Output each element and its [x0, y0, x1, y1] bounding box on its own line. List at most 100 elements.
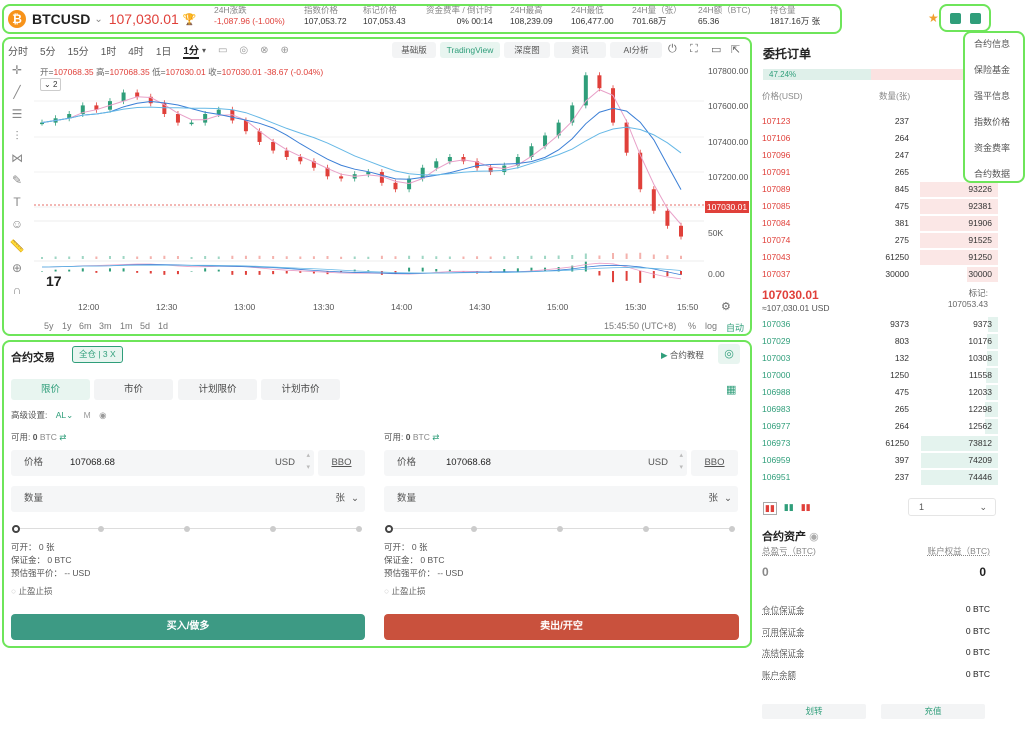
text-icon[interactable]: T — [8, 195, 26, 217]
settings-icon[interactable]: ◎ — [718, 344, 740, 364]
ask-row[interactable]: 107089 845 93226 — [758, 181, 998, 198]
chart-settings-icon[interactable]: ⚙ — [721, 300, 731, 313]
ask-row[interactable]: 107091 265 — [758, 164, 998, 181]
crosshair-icon[interactable]: ✛ — [8, 63, 26, 85]
bid-row[interactable]: 106959 397 74209 — [758, 452, 998, 469]
sell-slider[interactable] — [385, 525, 737, 533]
tab-market[interactable]: 市价 — [94, 379, 173, 400]
ruler-icon[interactable]: 📏 — [8, 239, 26, 261]
bid-row[interactable]: 106951 237 74446 — [758, 469, 998, 486]
buy-tpsl-toggle[interactable]: ○ 止盈止损 — [11, 585, 53, 598]
favorite-star-icon[interactable]: ★ — [928, 11, 939, 25]
bid-row[interactable]: 106973 61250 73812 — [758, 435, 998, 452]
menu-contract-data[interactable]: 合约数据 — [965, 163, 1023, 189]
adv-al-select[interactable]: AL — [56, 410, 66, 420]
range-1m[interactable]: 1m — [120, 321, 133, 331]
ask-row[interactable]: 107096 247 — [758, 147, 998, 164]
chevron-down-icon[interactable]: ⌄ — [94, 14, 102, 25]
buy-slider[interactable] — [12, 525, 364, 533]
bid-row[interactable]: 106988 475 12033 — [758, 384, 998, 401]
tf-5m[interactable]: 5分 — [40, 43, 56, 58]
fib-icon[interactable]: ☰ — [8, 107, 26, 129]
auto-toggle[interactable]: 自动 — [726, 321, 744, 334]
tf-4h[interactable]: 4时 — [128, 43, 144, 58]
menu-liquidation[interactable]: 强平信息 — [965, 85, 1023, 111]
stepper-icon[interactable]: ▴ ▾ — [679, 450, 683, 474]
range-5y[interactable]: 5y — [44, 321, 54, 331]
sell-short-button[interactable]: 卖出/开空 — [384, 614, 739, 640]
view-basic[interactable]: 基础版 — [392, 42, 436, 58]
tutorial-link[interactable]: ▶ 合约教程 — [661, 349, 704, 361]
menu-index-price[interactable]: 指数价格 — [965, 111, 1023, 137]
transfer-button[interactable]: 划转 — [762, 704, 866, 719]
ask-row[interactable]: 107085 475 92381 — [758, 198, 998, 215]
both-view-icon[interactable]: ▮▮ — [763, 502, 777, 515]
menu-insurance-fund[interactable]: 保险基金 — [965, 59, 1023, 85]
asks-view-icon[interactable]: ▮▮ — [801, 502, 811, 515]
chevron-down-icon[interactable]: ⌄ — [724, 486, 732, 512]
buy-long-button[interactable]: 买入/做多 — [11, 614, 365, 640]
range-6m[interactable]: 6m — [79, 321, 92, 331]
power-icon[interactable]: ⏻ — [668, 43, 677, 56]
pattern-icon[interactable]: ⋈ — [8, 151, 26, 173]
menu-contract-info[interactable]: 合约信息 — [965, 33, 1023, 59]
fullscreen-icon[interactable]: ⛶ — [690, 43, 698, 56]
log-toggle[interactable]: log — [705, 321, 717, 331]
settings-icon[interactable]: ◎ — [239, 45, 248, 56]
compare-icon[interactable]: ⊗ — [260, 45, 268, 56]
range-3m[interactable]: 3m — [99, 321, 112, 331]
depth-select[interactable]: 1 ⌄ — [908, 498, 996, 516]
ask-row[interactable]: 107043 61250 91250 — [758, 249, 998, 266]
view-tradingview[interactable]: TradingView — [440, 42, 500, 58]
eye-icon[interactable]: ◉ — [99, 410, 106, 420]
grid-icon[interactable]: ▦ — [726, 383, 736, 396]
symbol-selector[interactable]: BTCUSD — [32, 11, 90, 27]
view-depth[interactable]: 深度图 — [504, 42, 550, 58]
view-news[interactable]: 资讯 — [554, 42, 606, 58]
brush-icon[interactable]: ✎ — [8, 173, 26, 195]
bid-row[interactable]: 107003 132 10308 — [758, 350, 998, 367]
range-1y[interactable]: 1y — [62, 321, 72, 331]
menu-funding-rate[interactable]: 资金费率 — [965, 137, 1023, 163]
margin-mode[interactable]: 全仓 | 3 X — [72, 346, 123, 363]
bid-row[interactable]: 106983 265 12298 — [758, 401, 998, 418]
transfer-icon[interactable]: ⇄ — [59, 432, 66, 442]
tf-1m[interactable]: 1分 — [183, 42, 199, 59]
adv-m[interactable]: M — [84, 410, 91, 420]
deposit-button[interactable]: 充值 — [881, 704, 985, 719]
trendline-icon[interactable]: ╱ — [8, 85, 26, 107]
chevron-down-icon[interactable]: ▾ — [202, 46, 206, 55]
bids-view-icon[interactable]: ▮▮ — [784, 502, 794, 515]
percent-toggle[interactable]: % — [688, 321, 696, 331]
chevron-down-icon[interactable]: ⌄ — [66, 410, 73, 420]
tab-limit[interactable]: 限价 — [11, 379, 90, 400]
zoom-icon[interactable]: ⊕ — [8, 261, 26, 283]
sell-tpsl-toggle[interactable]: ○ 止盈止损 — [384, 585, 426, 598]
add-icon[interactable]: ⊕ — [281, 45, 289, 56]
buy-qty-field[interactable]: 数量 张 ⌄ — [11, 486, 365, 512]
sell-qty-field[interactable]: 数量 张 ⌄ — [384, 486, 738, 512]
book-icon[interactable] — [949, 12, 961, 24]
indicator-toggle[interactable]: ⌄ 2 — [40, 78, 62, 91]
stepper-icon[interactable]: ▴ ▾ — [306, 450, 310, 474]
magnet-icon[interactable]: ∩ — [8, 283, 26, 305]
price-chart[interactable] — [4, 39, 750, 329]
tf-1h[interactable]: 1时 — [101, 43, 117, 58]
sell-price-field[interactable]: 价格 107068.68 USD ▴ ▾ — [384, 450, 687, 476]
range-1d[interactable]: 1d — [158, 321, 168, 331]
ask-row[interactable]: 107084 381 91906 — [758, 215, 998, 232]
chevron-down-icon[interactable]: ⌄ — [351, 486, 359, 512]
channel-icon[interactable]: ⫶ — [8, 129, 26, 151]
range-5d[interactable]: 5d — [140, 321, 150, 331]
ask-row[interactable]: 107123 237 — [758, 113, 998, 130]
ask-row[interactable]: 107037 30000 30000 — [758, 266, 998, 283]
mail-icon[interactable] — [969, 12, 981, 24]
bid-row[interactable]: 107000 1250 11558 — [758, 367, 998, 384]
sell-bbo-button[interactable]: BBO — [691, 450, 738, 476]
ask-row[interactable]: 107074 275 91525 — [758, 232, 998, 249]
share-icon[interactable]: ⇱ — [731, 43, 740, 56]
tf-1d[interactable]: 1日 — [156, 43, 172, 58]
tab-plan-limit[interactable]: 计划限价 — [178, 379, 257, 400]
bid-row[interactable]: 107029 803 10176 — [758, 333, 998, 350]
bid-row[interactable]: 107036 9373 9373 — [758, 316, 998, 333]
